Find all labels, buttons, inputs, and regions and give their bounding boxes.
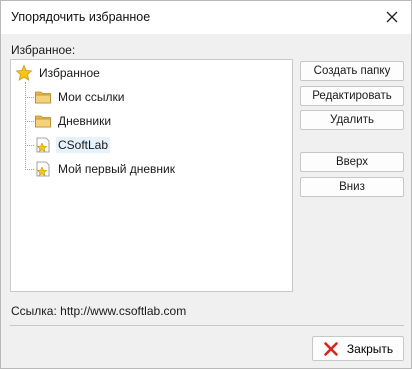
tree-root-favorites[interactable]: Избранное bbox=[15, 63, 102, 83]
move-down-button[interactable]: Вниз bbox=[300, 177, 404, 197]
tree-connector bbox=[25, 121, 34, 122]
divider bbox=[10, 325, 404, 326]
favorites-label: Избранное: bbox=[11, 43, 76, 57]
tree-connector bbox=[25, 82, 26, 170]
tree-connector bbox=[25, 97, 34, 98]
close-button-label: Закрыть bbox=[346, 341, 394, 356]
tree-item-label: Мой первый дневник bbox=[58, 162, 175, 176]
close-icon[interactable] bbox=[381, 6, 403, 28]
tree-item-label: Мои ссылки bbox=[58, 90, 125, 104]
tree-item-label: Избранное bbox=[39, 66, 100, 80]
organize-favorites-dialog: Упорядочить избранное Избранное: Избранн… bbox=[0, 0, 412, 369]
star-icon bbox=[15, 64, 33, 82]
favorites-tree[interactable]: Избранное Мои ссылки Дневники CSoftLab М… bbox=[10, 59, 293, 292]
delete-button[interactable]: Удалить bbox=[300, 110, 404, 130]
tree-connector bbox=[25, 169, 34, 170]
tree-item-label: CSoftLab bbox=[56, 137, 111, 153]
title-bar: Упорядочить избранное bbox=[1, 1, 411, 34]
red-x-icon bbox=[323, 341, 339, 357]
tree-item-my-links[interactable]: Мои ссылки bbox=[34, 87, 126, 107]
folder-icon bbox=[34, 88, 52, 106]
tree-item-my-first-diary[interactable]: Мой первый дневник bbox=[34, 159, 177, 179]
star-page-icon bbox=[34, 136, 52, 154]
link-url-text: Ссылка: http://www.csoftlab.com bbox=[11, 304, 187, 318]
edit-button[interactable]: Редактировать bbox=[300, 86, 404, 106]
tree-connector bbox=[25, 145, 34, 146]
tree-item-label: Дневники bbox=[58, 114, 112, 128]
tree-item-csoftlab[interactable]: CSoftLab bbox=[34, 135, 111, 155]
folder-icon bbox=[34, 112, 52, 130]
move-up-button[interactable]: Вверх bbox=[300, 152, 404, 172]
create-folder-button[interactable]: Создать папку bbox=[300, 61, 404, 81]
window-title: Упорядочить избранное bbox=[11, 10, 151, 24]
close-button[interactable]: Закрыть bbox=[312, 336, 404, 361]
tree-item-diaries[interactable]: Дневники bbox=[34, 111, 113, 131]
star-page-icon bbox=[34, 160, 52, 178]
